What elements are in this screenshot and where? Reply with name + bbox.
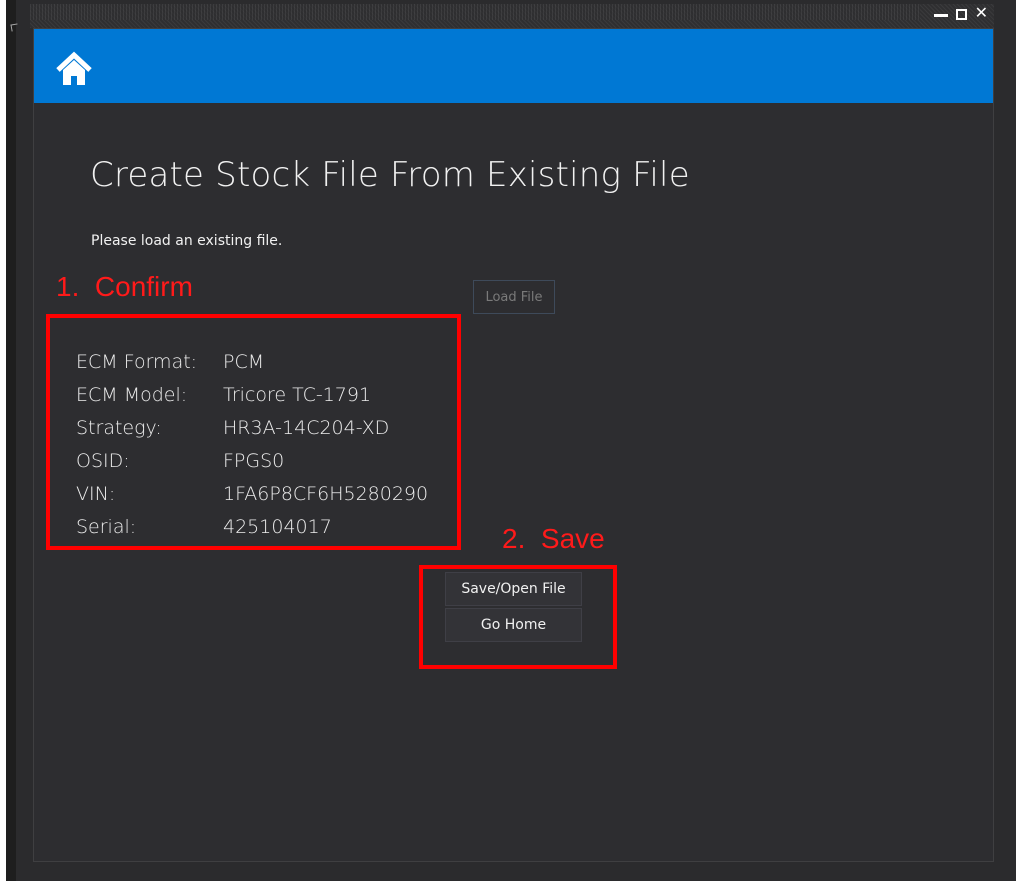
- instruction-text: Please load an existing file.: [91, 233, 283, 249]
- minimize-icon[interactable]: [933, 13, 948, 17]
- resize-arrow-icon: [10, 23, 19, 32]
- header-bar: [34, 29, 993, 103]
- annotation-confirm-box: [46, 314, 461, 550]
- left-edge-strip: [6, 0, 19, 881]
- annotation-step2-label: 2. Save: [502, 523, 605, 554]
- window-controls: ✕: [933, 4, 988, 24]
- titlebar-pattern: [30, 4, 920, 20]
- annotation-save-box: [419, 565, 617, 669]
- page-title: Create Stock File From Existing File: [90, 155, 690, 195]
- home-button[interactable]: [54, 49, 94, 89]
- close-icon[interactable]: ✕: [975, 5, 988, 21]
- home-icon: [56, 51, 92, 85]
- annotation-step1-label: 1. Confirm: [56, 271, 193, 302]
- window-titlebar[interactable]: ✕: [30, 4, 994, 28]
- maximize-icon[interactable]: [955, 8, 967, 20]
- load-file-button[interactable]: Load File: [473, 280, 555, 314]
